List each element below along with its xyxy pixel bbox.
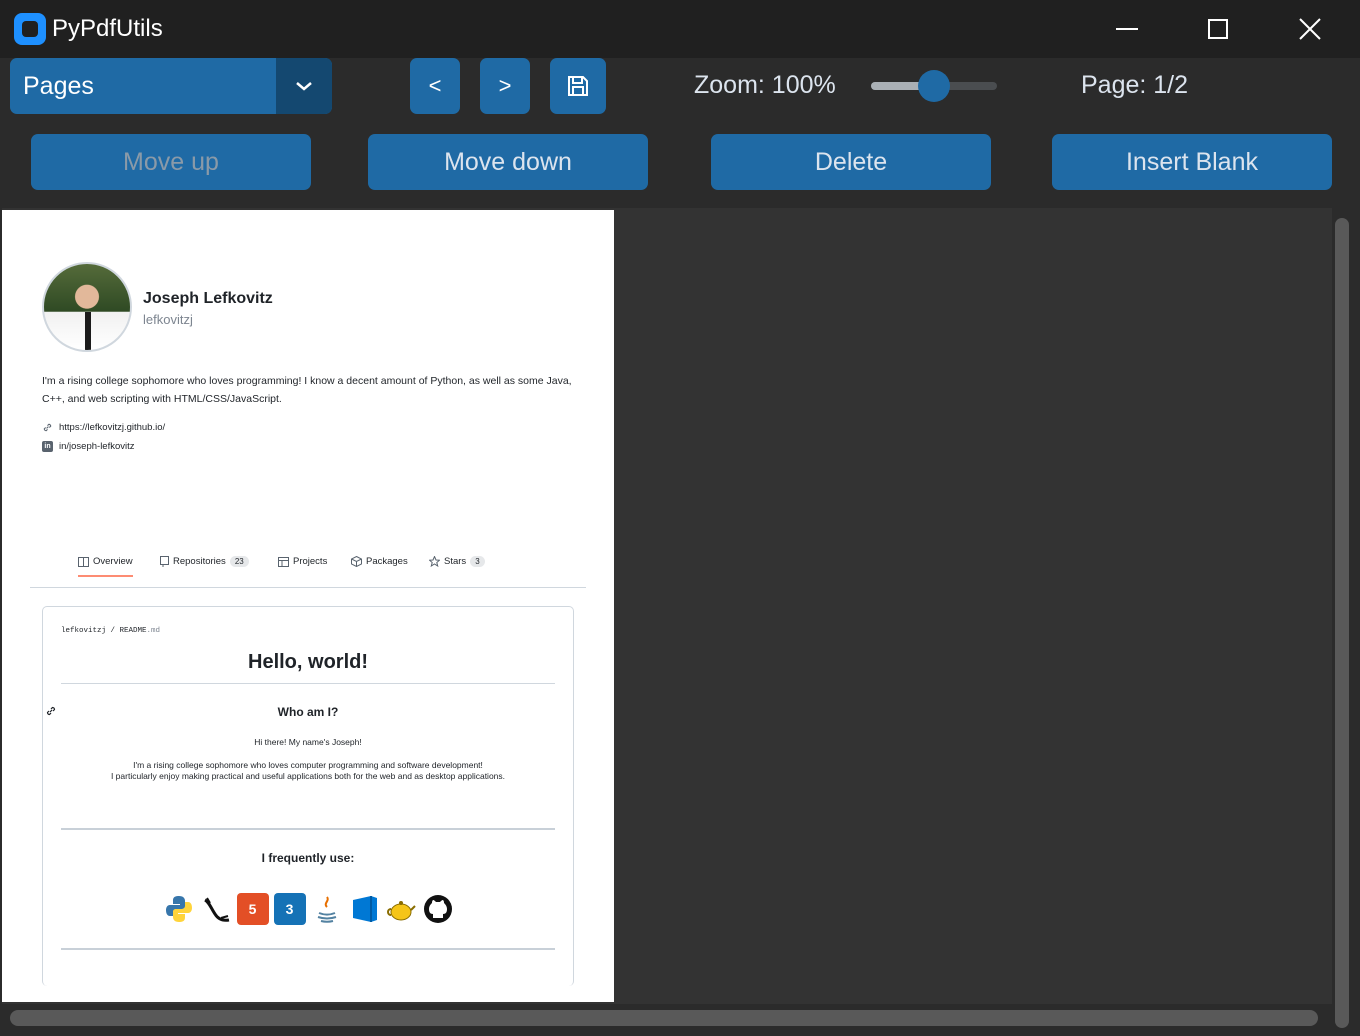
github-icon: [422, 893, 454, 925]
java-icon: [311, 893, 343, 925]
readme-path-user: lefkovitzj: [61, 627, 107, 635]
readme-subheading: Who am I?: [277, 705, 339, 719]
package-icon: [351, 556, 362, 567]
pdf-page: Joseph Lefkovitz lefkovitzj I'm a rising…: [2, 210, 614, 1002]
readme-path: lefkovitzj / README.md: [61, 627, 160, 635]
horizontal-scrollbar[interactable]: [10, 1010, 1318, 1026]
app-logo-icon: [14, 13, 46, 45]
tab-repositories: Repositories 23: [160, 556, 249, 567]
title-bar: PyPdfUtils: [0, 0, 1360, 58]
readme-path-separator: /: [106, 627, 120, 635]
delete-button[interactable]: Delete: [711, 134, 991, 190]
tab-label: Overview: [93, 556, 133, 567]
profile-name: Joseph Lefkovitz: [143, 290, 273, 307]
star-icon: [429, 556, 440, 567]
readme-line-1: I'm a rising college sophomore who loves…: [133, 760, 483, 770]
readme-card: lefkovitzj / README.md Hello, world! Who…: [42, 606, 574, 986]
pdf-viewer-canvas[interactable]: Joseph Lefkovitz lefkovitzj I'm a rising…: [2, 208, 1332, 1004]
save-button[interactable]: [550, 58, 606, 114]
profile-linkedin: in in/joseph-lefkovitz: [42, 441, 135, 452]
table-icon: [278, 556, 289, 567]
page-indicator: Page: 1/2: [1081, 71, 1189, 99]
tab-packages: Packages: [351, 556, 408, 567]
vertical-scrollbar-thumb[interactable]: [1335, 218, 1349, 1028]
flask-icon: [200, 893, 232, 925]
tab-count: 23: [229, 556, 249, 567]
profile-website-text: https://lefkovitzj.github.io/: [59, 422, 166, 433]
teapot-icon: [385, 893, 417, 925]
zoom-slider[interactable]: [871, 70, 997, 102]
mode-select[interactable]: Pages: [10, 58, 332, 114]
mode-select-value: Pages: [23, 72, 94, 100]
readme-path-ext: .md: [146, 627, 161, 635]
readme-line-2: I particularly enjoy making practical an…: [110, 771, 506, 781]
divider: [61, 828, 555, 830]
minimize-button[interactable]: [1081, 0, 1173, 58]
profile-bio: I'm a rising college sophomore who loves…: [42, 375, 572, 405]
book-icon: [78, 556, 89, 567]
save-icon: [568, 76, 588, 96]
zoom-label: Zoom: 100%: [694, 71, 836, 99]
tab-overview: Overview: [78, 556, 133, 577]
next-page-button[interactable]: >: [480, 58, 530, 114]
profile-handle: lefkovitzj: [143, 312, 193, 327]
vscode-icon: [348, 893, 380, 925]
profile-linkedin-text: in/joseph-lefkovitz: [59, 441, 135, 452]
tab-label: Packages: [366, 556, 408, 567]
profile-website: https://lefkovitzj.github.io/: [42, 422, 165, 433]
profile-tabs: Overview Repositories 23 Projects Packag…: [30, 548, 586, 588]
close-button[interactable]: [1264, 0, 1356, 58]
readme-path-file: README: [119, 627, 147, 635]
tab-projects: Projects: [278, 556, 327, 567]
divider: [61, 683, 555, 684]
maximize-icon: [1208, 19, 1228, 39]
minimize-icon: [1116, 28, 1138, 30]
tab-count: 3: [470, 556, 485, 567]
move-up-button[interactable]: Move up: [31, 134, 311, 190]
vertical-scrollbar[interactable]: [1334, 218, 1350, 1028]
readme-greeting: Hi there! My name's Joseph!: [254, 737, 362, 747]
app-window: PyPdfUtils Pages < > Zoom: 100% Page: 1/…: [0, 0, 1360, 1036]
insert-blank-button[interactable]: Insert Blank: [1052, 134, 1332, 190]
tab-label: Repositories: [173, 556, 226, 567]
css3-icon: 3: [273, 893, 306, 925]
linkedin-icon: in: [42, 441, 53, 452]
readme-uses-heading: I frequently use:: [261, 851, 355, 865]
readme-heading: Hello, world!: [248, 651, 368, 673]
divider: [61, 948, 555, 950]
repo-icon: [160, 556, 169, 567]
link-icon: [43, 423, 52, 432]
close-icon: [1299, 18, 1321, 40]
app-title: PyPdfUtils: [52, 15, 163, 42]
tab-label: Projects: [293, 556, 328, 567]
zoom-slider-handle[interactable]: [918, 70, 950, 102]
mode-select-dropdown-button[interactable]: [276, 58, 332, 114]
tab-stars: Stars 3: [429, 556, 485, 567]
avatar: [42, 262, 132, 352]
chevron-down-icon: [296, 82, 312, 91]
tools-icon-row: 5 3: [43, 893, 573, 925]
tab-label: Stars: [444, 556, 467, 567]
html5-icon: 5: [236, 893, 269, 925]
move-down-button[interactable]: Move down: [368, 134, 648, 190]
maximize-button[interactable]: [1172, 0, 1264, 58]
previous-page-button[interactable]: <: [410, 58, 460, 114]
python-icon: [163, 893, 195, 925]
